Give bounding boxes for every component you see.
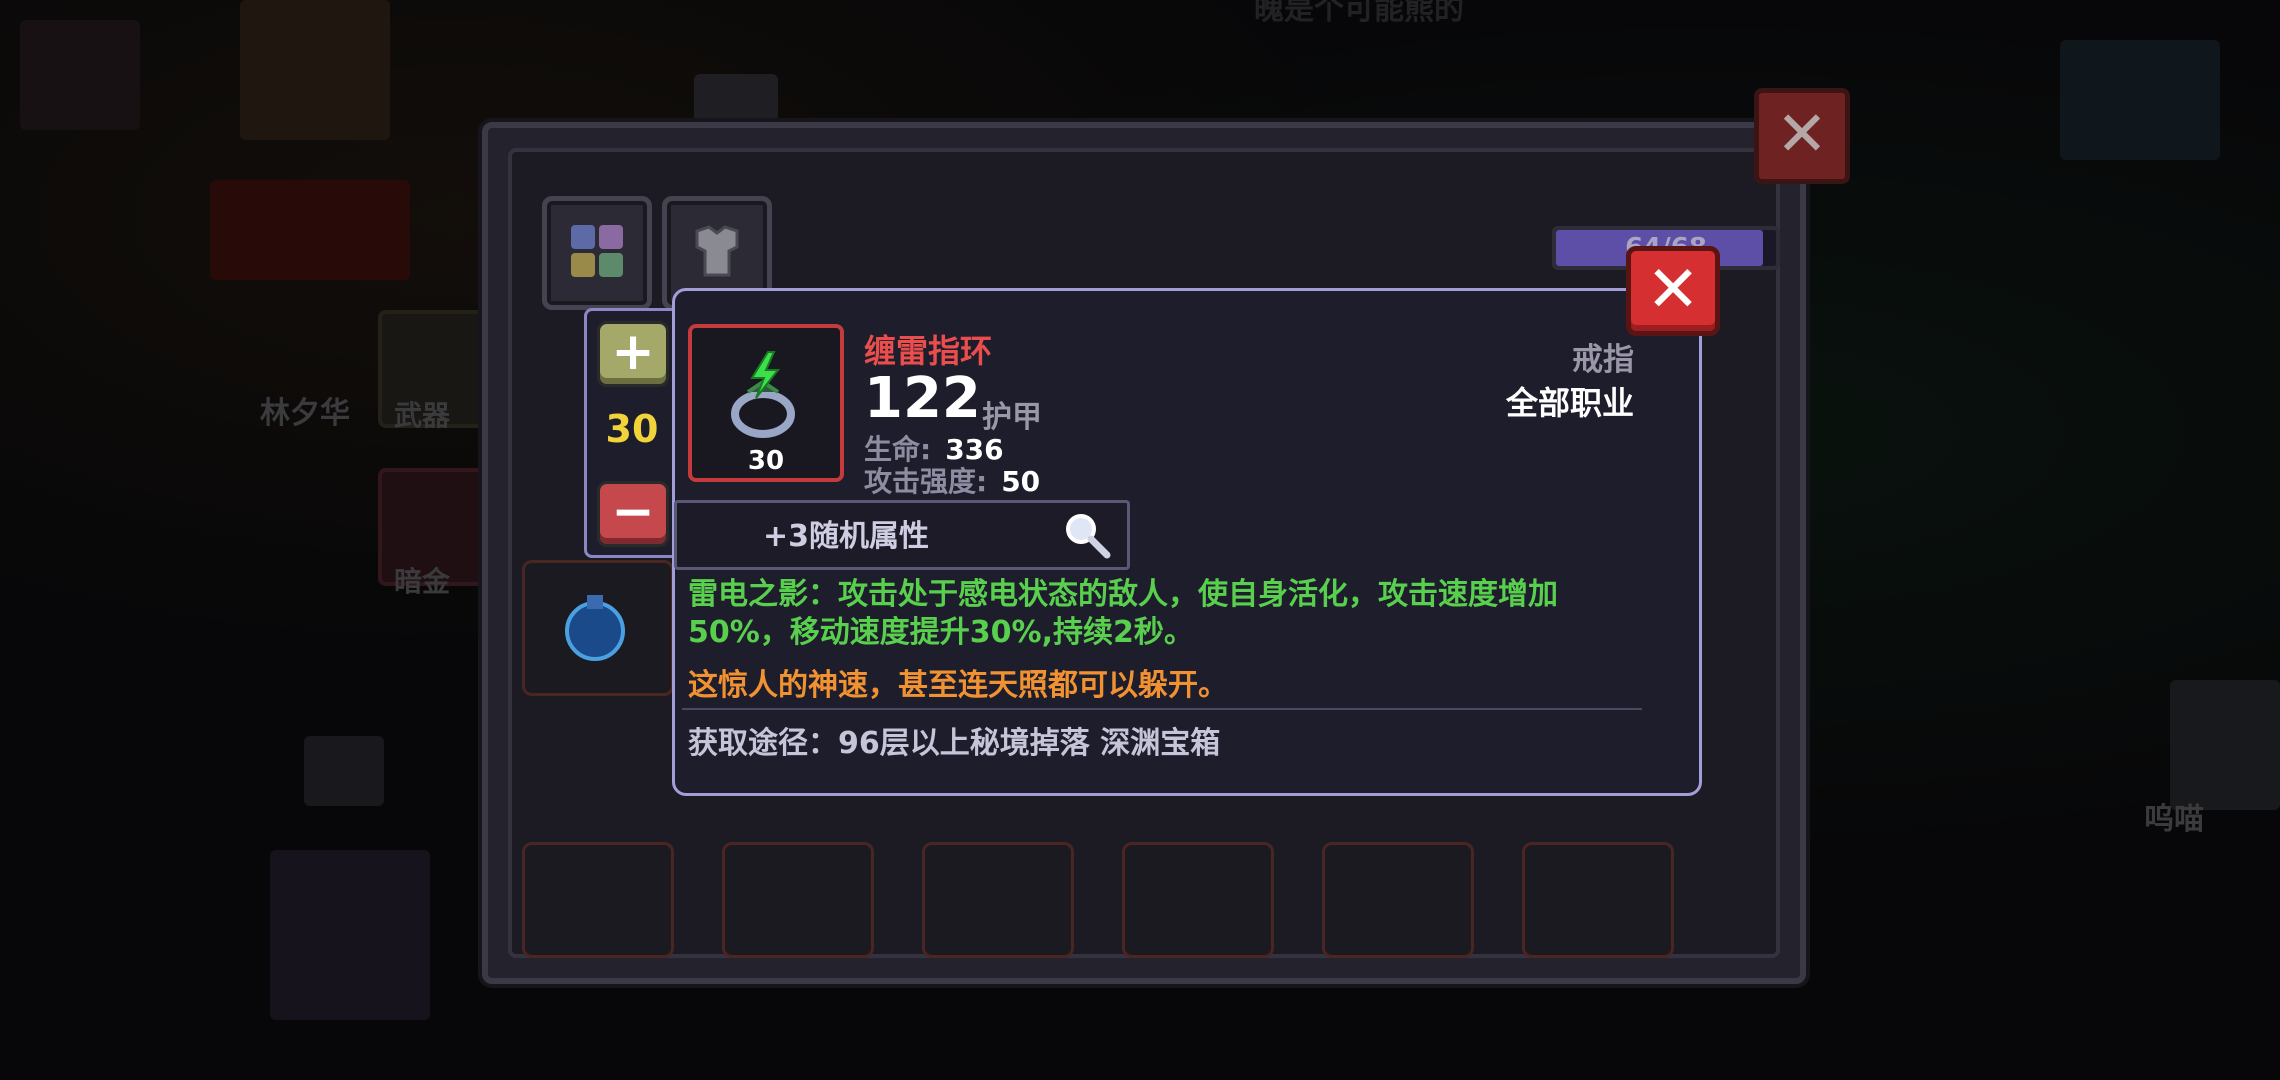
tooltip-close-button[interactable]: ✕ xyxy=(1626,246,1720,336)
blue-potion-icon xyxy=(565,595,625,661)
item-class: 全部职业 xyxy=(1505,384,1634,422)
stat-line-attack: 攻击强度: 50 xyxy=(864,460,1040,500)
quantity-stepper: + 30 − xyxy=(584,308,680,558)
random-attributes-text: +3随机属性 xyxy=(763,519,930,554)
item-source-text: 获取途径：96层以上秘境掉落 深渊宝箱 xyxy=(688,726,1221,761)
random-attributes-bar[interactable]: +3随机属性 xyxy=(674,500,1130,570)
item-effect-description: 雷电之影：攻击处于感电状态的敌人，使自身活化，攻击速度增加50%，移动速度提升3… xyxy=(688,577,1558,650)
decrease-button[interactable]: − xyxy=(597,481,669,547)
inventory-slot[interactable] xyxy=(722,842,874,958)
card-divider xyxy=(682,708,1642,710)
grid-icon xyxy=(571,225,623,277)
inventory-slot[interactable] xyxy=(522,560,674,696)
item-type: 戒指 xyxy=(1572,342,1634,378)
magnifier-icon[interactable] xyxy=(1061,509,1113,561)
panel-close-button[interactable]: ✕ xyxy=(1754,88,1850,184)
inventory-slot[interactable] xyxy=(522,842,674,958)
item-icon-box: 30 xyxy=(688,324,844,482)
armor-value: 122 xyxy=(864,366,981,431)
tab-grid-view[interactable] xyxy=(542,196,652,310)
stat-value: 50 xyxy=(1001,465,1041,498)
item-level: 30 xyxy=(747,446,785,476)
quantity-value: 30 xyxy=(605,407,659,451)
lightning-ring-icon xyxy=(731,351,795,438)
stat-key: 攻击强度: xyxy=(864,465,988,498)
armor-icon xyxy=(695,225,739,277)
inventory-slot[interactable] xyxy=(1522,842,1674,958)
inventory-slot[interactable] xyxy=(1122,842,1274,958)
increase-button[interactable]: + xyxy=(597,321,669,387)
inventory-slot[interactable] xyxy=(1322,842,1474,958)
item-flavor-text: 这惊人的神速，甚至连天照都可以躲开。 xyxy=(688,668,1228,703)
inventory-slot[interactable] xyxy=(922,842,1074,958)
